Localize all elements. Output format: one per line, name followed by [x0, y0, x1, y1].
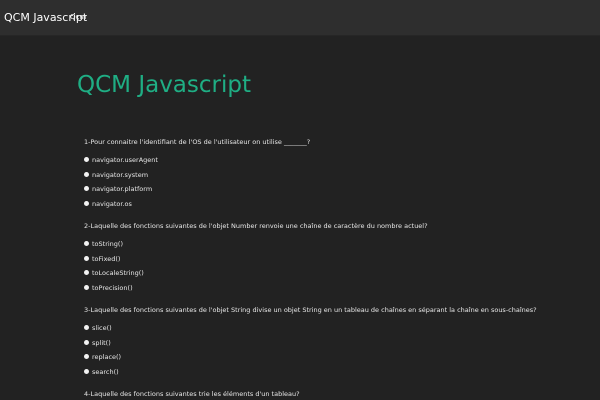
radio-button[interactable] [84, 157, 89, 162]
question-text: 1-Pour connaitre l'identifiant de l'OS d… [84, 138, 311, 146]
answer-option-label: navigator.system [92, 170, 149, 179]
radio-button[interactable] [84, 325, 89, 330]
question-text: 3-Laquelle des fonctions suivantes de l'… [84, 306, 537, 314]
radio-button[interactable] [84, 270, 89, 275]
answer-option[interactable]: navigator.platform [84, 184, 584, 199]
radio-button[interactable] [84, 241, 89, 246]
question-1: 1-Pour connaitre l'identifiant de l'OS d… [84, 137, 584, 213]
answer-option[interactable]: navigator.userAgent [84, 155, 584, 170]
answer-option[interactable]: toLocaleString() [84, 268, 584, 283]
question-text: 2-Laquelle des fonctions suivantes de l'… [84, 222, 428, 230]
radio-button[interactable] [84, 255, 89, 261]
navbar: QCM Javascript Qcm [0, 0, 600, 36]
answer-option-label: replace() [92, 353, 122, 361]
radio-button[interactable] [84, 186, 89, 191]
answer-options: navigator.userAgent navigator.system nav… [84, 155, 584, 213]
answer-option[interactable]: navigator.system [84, 170, 584, 185]
answer-option[interactable]: toFixed() [84, 254, 584, 269]
radio-button[interactable] [84, 354, 89, 359]
answer-options: slice() split() replace() search() [84, 323, 584, 381]
question-3: 3-Laquelle des fonctions suivantes de l'… [84, 305, 584, 381]
radio-button[interactable] [84, 339, 89, 345]
answer-option-label: split() [92, 338, 111, 347]
answer-option-label: toPrecision() [92, 283, 133, 292]
answer-option-label: search() [92, 367, 119, 376]
answer-option[interactable]: navigator.os [84, 199, 584, 214]
answer-option[interactable]: split() [84, 338, 584, 353]
radio-button[interactable] [84, 284, 89, 290]
answer-option-label: slice() [92, 324, 112, 332]
answer-option-label: toString() [92, 240, 123, 248]
answer-option-label: toFixed() [92, 254, 121, 263]
page-title: QCM Javascript [77, 72, 251, 98]
question-text: 4-Laquelle des fonctions suivantes trie … [84, 390, 300, 398]
radio-button[interactable] [84, 368, 89, 374]
answer-option[interactable]: toString() [84, 239, 584, 254]
answer-option-label: navigator.os [92, 199, 132, 208]
answer-options: toString() toFixed() toLocaleString() to… [84, 239, 584, 297]
answer-option-label: navigator.userAgent [92, 156, 158, 164]
answer-option[interactable]: replace() [84, 352, 584, 367]
answer-option[interactable]: search() [84, 367, 584, 382]
answer-option-label: toLocaleString() [92, 269, 144, 277]
answer-option[interactable]: slice() [84, 323, 584, 338]
answer-option[interactable]: toPrecision() [84, 283, 584, 298]
answer-option-label: navigator.platform [92, 185, 153, 193]
radio-button[interactable] [84, 171, 89, 177]
question-4: 4-Laquelle des fonctions suivantes trie … [84, 389, 584, 399]
question-2: 2-Laquelle des fonctions suivantes de l'… [84, 221, 584, 297]
nav-link-qcm[interactable]: Qcm [70, 13, 86, 22]
radio-button[interactable] [84, 200, 89, 206]
